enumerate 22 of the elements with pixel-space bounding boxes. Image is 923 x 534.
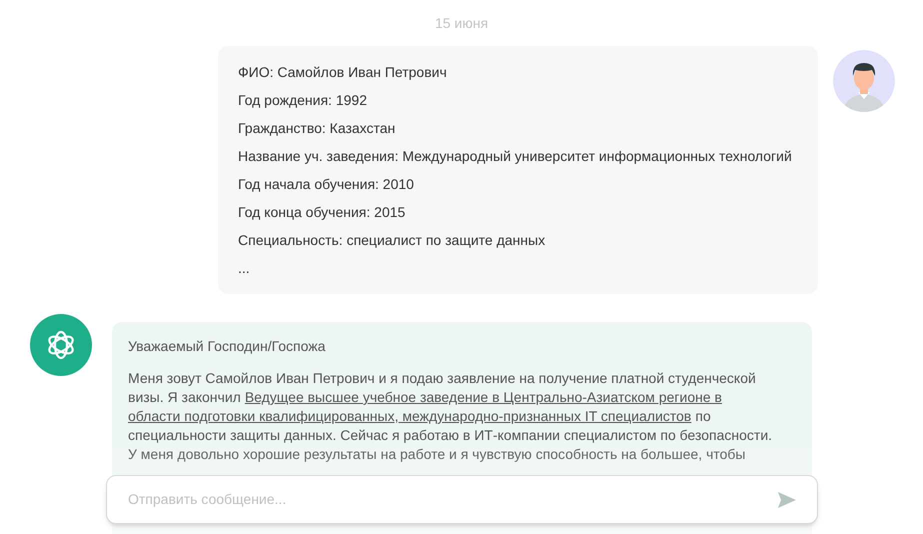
message-text: визы. Я закончил (128, 388, 241, 407)
greeting-text: Уважаемый Господин/Госпожа (128, 338, 326, 354)
send-icon[interactable] (778, 492, 796, 508)
message-input[interactable]: Отправить сообщение... (128, 489, 778, 510)
message-line: Название уч. заведения: Международный университет информационных технологий (238, 148, 792, 164)
message-line: Год конца обучения: 2015 (238, 204, 406, 220)
message-text: Меня зовут Самойлов Иван Петрович и я подаю заявление на получение платной студенческой (128, 369, 756, 388)
assistant-avatar (30, 314, 92, 376)
message-line: Год рождения: 1992 (238, 92, 367, 108)
university-link[interactable]: Ведущее высшее учебное заведение в Центрально-Азиатском регионе в (244, 388, 722, 407)
message-text: специальности защиты данных. Сейчас я работаю в ИТ-компании специалистом по безопасности. (128, 426, 772, 445)
message-input-field[interactable]: Отправить сообщение... (106, 475, 818, 524)
message-line: ... (238, 260, 250, 276)
message-text: по (695, 407, 711, 426)
message-line: Специальность: специалист по защите данных (238, 232, 546, 248)
university-link[interactable]: области подготовки квалифицированных, международно-признанных IT специалистов (128, 407, 692, 426)
message-line: Год начала обучения: 2010 (238, 176, 414, 192)
message-line: Гражданство: Казахстан (238, 120, 396, 136)
message-line: ФИО: Самойлов Иван Петрович (238, 64, 447, 80)
user-avatar (833, 50, 895, 112)
message-text: У меня довольно хорошие результаты на работе и я чувствую способность на большее, чтобы (128, 445, 746, 464)
date-label: 15 июня (434, 14, 488, 33)
